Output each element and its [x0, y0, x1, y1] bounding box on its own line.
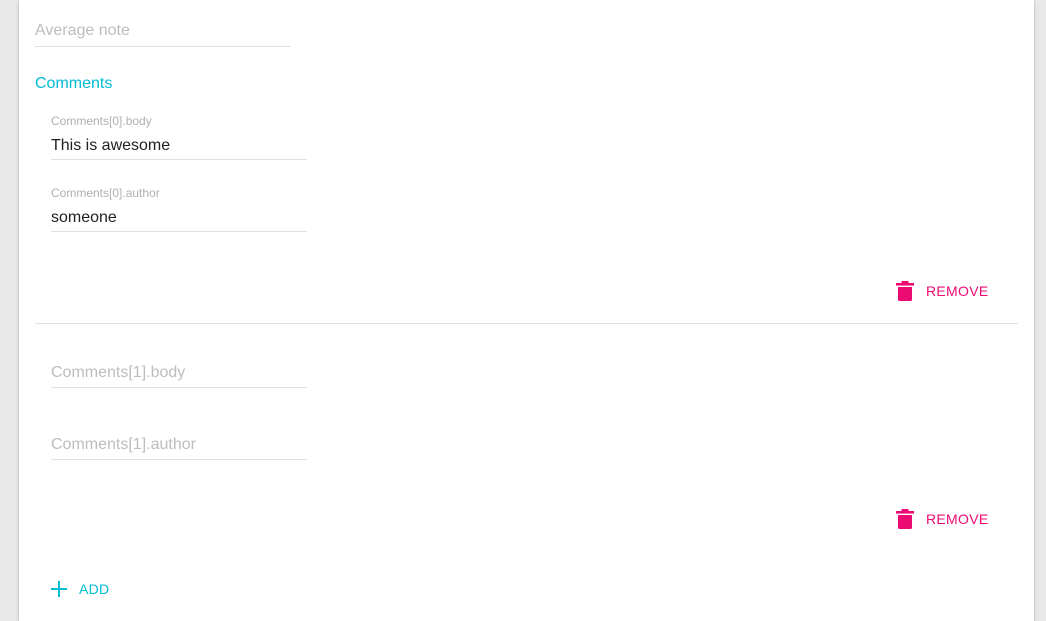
plus-icon — [51, 581, 67, 597]
comment-0-body-field[interactable]: Comments[0].body This is awesome — [51, 112, 307, 160]
average-note-placeholder: Average note — [35, 22, 130, 39]
remove-comment-1-button[interactable]: REMOVE — [895, 508, 988, 530]
trash-icon — [895, 280, 915, 302]
comment-1-author-field[interactable]: Comments[1].author — [51, 427, 307, 461]
comment-0-author-label: Comments[0].author — [51, 186, 160, 200]
comment-1-body-field[interactable]: Comments[1].body — [51, 355, 307, 389]
add-comment-label: ADD — [79, 581, 110, 597]
comment-0-body-label: Comments[0].body — [51, 114, 152, 128]
average-note-underline — [35, 46, 291, 47]
comments-section-title: Comments — [35, 75, 113, 92]
average-note-field[interactable]: Average note — [35, 14, 291, 48]
comment-0-body-underline — [51, 159, 307, 160]
form-card: Average note Comments Comments[0].body T… — [19, 0, 1034, 621]
comment-0-author-underline — [51, 231, 307, 232]
comment-0-author-value: someone — [51, 209, 117, 226]
remove-comment-0-button[interactable]: REMOVE — [895, 280, 988, 302]
comment-1-author-underline — [51, 459, 307, 460]
comment-divider — [35, 323, 1018, 324]
comment-1-body-placeholder: Comments[1].body — [51, 364, 186, 381]
comment-1-author-placeholder: Comments[1].author — [51, 436, 196, 453]
trash-icon — [895, 508, 915, 530]
remove-comment-1-label: REMOVE — [926, 511, 989, 527]
remove-comment-0-label: REMOVE — [926, 283, 989, 299]
comment-1-body-underline — [51, 387, 307, 388]
comment-0-author-field[interactable]: Comments[0].author someone — [51, 184, 307, 232]
comment-0-body-value: This is awesome — [51, 137, 171, 154]
add-comment-button[interactable]: ADD — [51, 579, 109, 599]
